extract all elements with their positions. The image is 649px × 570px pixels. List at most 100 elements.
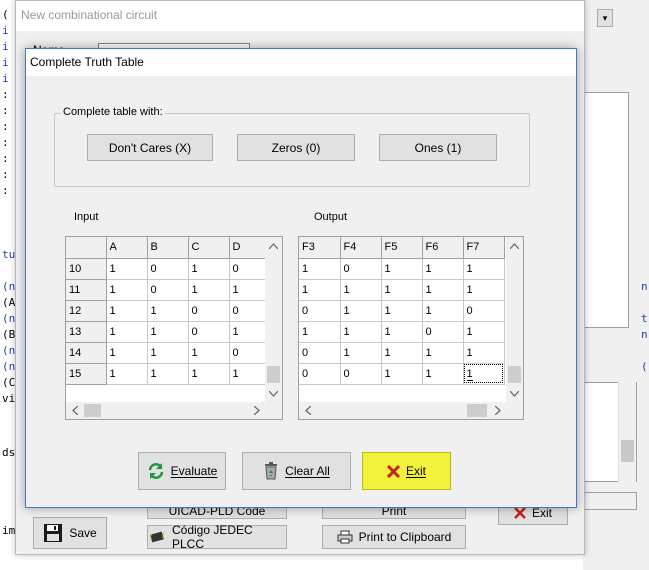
output-cell[interactable]: 1 bbox=[340, 279, 382, 301]
output-cell[interactable]: 1 bbox=[299, 321, 341, 343]
bg-code-line: (B bbox=[2, 328, 16, 341]
input-cell[interactable]: 1 bbox=[188, 258, 230, 280]
table-row: 11 1 0 1 1 bbox=[66, 279, 271, 301]
jedec-code-button[interactable]: Código JEDEC PLCC bbox=[147, 523, 287, 551]
input-cell[interactable]: 1 bbox=[229, 321, 271, 343]
evaluate-button[interactable]: Evaluate bbox=[138, 452, 226, 490]
table-row: 11111 bbox=[299, 279, 505, 301]
input-cell[interactable]: 1 bbox=[106, 300, 148, 322]
input-vscroll-thumb[interactable] bbox=[267, 366, 280, 383]
bg-scrollbar[interactable] bbox=[618, 382, 636, 482]
input-hscroll-thumb[interactable] bbox=[84, 404, 101, 417]
scroll-up-icon[interactable] bbox=[265, 237, 282, 254]
output-cell[interactable]: 1 bbox=[463, 363, 505, 385]
complete-table-with-group: Complete table with: Don't Cares (X) Zer… bbox=[54, 106, 530, 187]
output-table: F3 F4 F5 F6 F7 1 0 1 1 1 1 1 1 1 1 0 1 1 1 0 1 1 1 0 1 0 1 1 1 1 0 0 1 1 1 bbox=[299, 237, 505, 385]
input-cell[interactable]: 0 bbox=[188, 300, 230, 322]
input-cell[interactable]: 1 bbox=[106, 279, 148, 301]
input-cell[interactable]: 1 bbox=[147, 363, 189, 385]
input-cell[interactable]: 1 bbox=[147, 342, 189, 364]
printer-icon bbox=[337, 530, 353, 544]
dont-cares-button[interactable]: Don't Cares (X) bbox=[87, 134, 213, 161]
output-cell-editor[interactable]: 1 bbox=[466, 367, 473, 381]
output-cell[interactable]: 0 bbox=[463, 300, 505, 322]
scroll-right-icon[interactable] bbox=[489, 402, 506, 419]
output-cell[interactable]: 1 bbox=[340, 300, 382, 322]
exit-label: Exit bbox=[405, 464, 426, 478]
output-cell[interactable]: 1 bbox=[381, 300, 423, 322]
output-cell[interactable]: 1 bbox=[381, 279, 423, 301]
row-index-header: 13 bbox=[66, 321, 107, 343]
input-cell[interactable]: 1 bbox=[147, 300, 189, 322]
output-cell[interactable]: 0 bbox=[422, 321, 464, 343]
input-cell[interactable]: 0 bbox=[188, 321, 230, 343]
scroll-right-icon[interactable] bbox=[248, 402, 265, 419]
input-cell[interactable]: 1 bbox=[188, 342, 230, 364]
input-cell[interactable]: 1 bbox=[106, 363, 148, 385]
input-column-header: D bbox=[229, 237, 271, 259]
clear-all-button[interactable]: Clear All bbox=[242, 452, 351, 490]
output-grid-hscroll[interactable] bbox=[299, 402, 506, 419]
input-cell[interactable]: 1 bbox=[106, 342, 148, 364]
outer-title-bar[interactable]: New combinational circuit bbox=[16, 1, 584, 31]
input-cell[interactable]: 1 bbox=[188, 363, 230, 385]
output-cell[interactable]: 0 bbox=[299, 300, 341, 322]
output-cell[interactable]: 1 bbox=[463, 342, 505, 364]
input-grid-vscroll[interactable] bbox=[265, 237, 282, 402]
output-cell[interactable]: 1 bbox=[463, 279, 505, 301]
output-cell[interactable]: 1 bbox=[381, 321, 423, 343]
output-cell[interactable]: 0 bbox=[340, 363, 382, 385]
output-cell[interactable]: 1 bbox=[422, 342, 464, 364]
output-cell[interactable]: 1 bbox=[381, 258, 423, 280]
row-index-header: 14 bbox=[66, 342, 107, 364]
output-hscroll-thumb[interactable] bbox=[467, 404, 487, 417]
output-cell[interactable]: 1 bbox=[381, 342, 423, 364]
scroll-left-icon[interactable] bbox=[299, 402, 316, 419]
input-cell[interactable]: 1 bbox=[229, 363, 271, 385]
output-cell[interactable]: 1 bbox=[381, 363, 423, 385]
zeros-button[interactable]: Zeros (0) bbox=[237, 134, 355, 161]
input-grid-hscroll[interactable] bbox=[66, 402, 265, 419]
input-cell[interactable]: 1 bbox=[229, 279, 271, 301]
bg-scroll-thumb[interactable] bbox=[621, 440, 634, 462]
scroll-down-icon[interactable] bbox=[506, 385, 523, 402]
zeros-label: Zeros (0) bbox=[271, 140, 321, 155]
exit-button[interactable]: Exit bbox=[362, 452, 451, 490]
print-to-clipboard-button[interactable]: Print to Clipboard bbox=[322, 525, 466, 549]
output-cell[interactable]: 1 bbox=[299, 279, 341, 301]
input-cell[interactable]: 0 bbox=[147, 258, 189, 280]
output-cell[interactable]: 1 bbox=[422, 279, 464, 301]
output-cell[interactable]: 1 bbox=[422, 300, 464, 322]
ones-button[interactable]: Ones (1) bbox=[379, 134, 497, 161]
output-cell[interactable]: 1 bbox=[422, 258, 464, 280]
input-cell[interactable]: 1 bbox=[106, 258, 148, 280]
output-cell[interactable]: 1 bbox=[340, 321, 382, 343]
output-cell[interactable]: 1 bbox=[299, 258, 341, 280]
output-cell[interactable]: 0 bbox=[299, 363, 341, 385]
input-cell[interactable]: 0 bbox=[229, 300, 271, 322]
input-grid[interactable]: A B C D 10 1 0 1 0 11 1 0 1 1 12 1 1 0 0 13 1 1 0 1 14 1 1 1 0 15 1 1 1 1 bbox=[65, 236, 283, 420]
output-vscroll-thumb[interactable] bbox=[508, 366, 521, 383]
output-cell[interactable]: 0 bbox=[299, 342, 341, 364]
save-button[interactable]: Save bbox=[33, 517, 107, 549]
scroll-up-icon[interactable] bbox=[506, 237, 523, 254]
output-cell[interactable]: 1 bbox=[422, 363, 464, 385]
scroll-down-icon[interactable] bbox=[265, 385, 282, 402]
input-cell[interactable]: 1 bbox=[147, 321, 189, 343]
input-cell[interactable]: 0 bbox=[229, 258, 271, 280]
input-cell[interactable]: 0 bbox=[229, 342, 271, 364]
input-cell[interactable]: 0 bbox=[147, 279, 189, 301]
table-row: 10 1 0 1 0 bbox=[66, 258, 271, 280]
output-grid-vscroll[interactable] bbox=[506, 237, 523, 402]
input-cell[interactable]: 1 bbox=[106, 321, 148, 343]
input-cell[interactable]: 1 bbox=[188, 279, 230, 301]
dialog-title-bar[interactable]: Complete Truth Table bbox=[26, 49, 576, 76]
bg-combo-dropdown[interactable]: ▾ bbox=[597, 9, 613, 27]
output-cell[interactable]: 1 bbox=[340, 342, 382, 364]
output-cell[interactable]: 1 bbox=[463, 258, 505, 280]
output-cell[interactable]: 1 bbox=[463, 321, 505, 343]
output-cell[interactable]: 0 bbox=[340, 258, 382, 280]
bg-status-box bbox=[577, 492, 637, 510]
scroll-left-icon[interactable] bbox=[66, 402, 83, 419]
output-grid[interactable]: F3 F4 F5 F6 F7 1 0 1 1 1 1 1 1 1 1 0 1 1 1 0 1 1 1 0 1 0 1 1 1 1 0 0 1 1 1 bbox=[298, 236, 524, 420]
